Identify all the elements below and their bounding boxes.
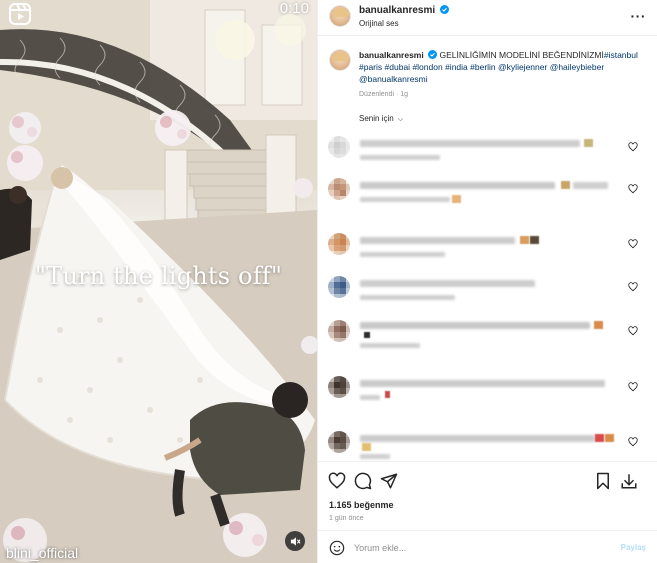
download-icon[interactable] <box>620 472 638 490</box>
commenter-avatar[interactable] <box>328 136 350 158</box>
hashtag-link[interactable]: #paris <box>359 62 382 72</box>
redacted-comment-meta <box>360 454 390 459</box>
redacted-comment-text <box>360 435 595 442</box>
hashtag-link[interactable]: #berlin <box>470 62 496 72</box>
commenter-avatar[interactable] <box>328 276 350 298</box>
mention-link[interactable]: @banualkanresmi <box>359 74 428 84</box>
commenter-avatar[interactable] <box>328 431 350 453</box>
like-count[interactable]: 1.165 beğenme <box>329 500 394 510</box>
heart-icon[interactable] <box>328 472 346 490</box>
caption-body: GELİNLİĞİMİN MODELİNİ BEĞENDİNİZMİ <box>439 50 604 60</box>
heart-icon[interactable] <box>628 142 638 152</box>
redacted-comment-text <box>360 237 515 244</box>
redacted-emoji <box>364 332 370 338</box>
redacted-comment-meta <box>360 155 440 160</box>
post-actions: 1.165 beğenme 1 gün önce Paylaş <box>318 461 657 563</box>
redacted-emoji <box>584 139 593 147</box>
send-icon[interactable] <box>380 472 398 490</box>
chevron-down-icon: ⌵ <box>397 116 404 123</box>
redacted-emoji <box>362 443 371 451</box>
comment-item <box>318 426 657 462</box>
redacted-comment-text <box>573 182 608 189</box>
redacted-comment-meta <box>360 395 380 400</box>
add-comment-bar: Paylaş <box>318 530 657 563</box>
redacted-emoji <box>452 195 461 203</box>
redacted-comment-meta <box>360 295 455 300</box>
redacted-comment-meta <box>360 197 450 202</box>
commenter-avatar[interactable] <box>328 178 350 200</box>
video-watermark: blini_official <box>6 545 79 561</box>
mute-button[interactable] <box>285 531 305 551</box>
speaker-muted-icon <box>290 536 301 546</box>
post-panel: banualkanresmi Orijinal ses ··· banualka… <box>317 0 657 563</box>
reels-icon <box>8 2 32 26</box>
commenter-avatar[interactable] <box>328 376 350 398</box>
redacted-comment-meta <box>360 252 445 257</box>
redacted-emoji <box>530 236 539 244</box>
comment-item <box>318 131 657 167</box>
smiley-icon[interactable] <box>329 540 345 556</box>
verified-badge-icon <box>439 5 449 14</box>
redacted-emoji <box>595 434 604 442</box>
hashtag-link[interactable]: #india <box>445 62 468 72</box>
video-timer: 0:10 <box>279 0 309 17</box>
commenter-avatar[interactable] <box>328 233 350 255</box>
comment-item <box>318 271 657 307</box>
bookmark-icon[interactable] <box>594 472 612 490</box>
comment-input[interactable] <box>354 539 594 557</box>
heart-icon[interactable] <box>628 282 638 292</box>
redacted-comment-text <box>360 380 605 387</box>
redacted-comment-text <box>360 322 590 329</box>
post-date: 1 gün önce <box>329 515 364 522</box>
video-overlay-caption: "Turn the lights off" <box>34 262 283 290</box>
caption-username[interactable]: banualkanresmi <box>359 50 424 60</box>
more-horizontal-icon: ··· <box>630 8 646 24</box>
audio-label[interactable]: Orijinal ses <box>359 19 399 28</box>
hashtag-link[interactable]: #istanbul <box>604 50 638 60</box>
avatar[interactable] <box>329 49 351 71</box>
hashtag-link[interactable]: #dubai <box>385 62 411 72</box>
comment-item <box>318 315 657 351</box>
redacted-comment-meta <box>360 343 420 348</box>
comment-item <box>318 228 657 264</box>
reel-video[interactable]: 0:10 "Turn the lights off" blini_officia… <box>0 0 317 563</box>
redacted-comment-text <box>360 280 535 287</box>
comment-item <box>318 371 657 407</box>
comment-item <box>318 173 657 209</box>
redacted-emoji <box>605 434 614 442</box>
avatar[interactable] <box>329 5 351 27</box>
redacted-emoji <box>594 321 603 329</box>
mention-link[interactable]: @haileybieber <box>550 62 604 72</box>
comment-sort-dropdown[interactable]: Senin için ⌵ <box>359 114 403 124</box>
hashtag-link[interactable]: #london <box>412 62 442 72</box>
username[interactable]: banualkanresmi <box>359 5 435 16</box>
comment-sort-label: Senin için <box>359 114 394 123</box>
caption-text: banualkanresmi GELİNLİĞİMİN MODELİNİ BEĞ… <box>359 49 649 85</box>
heart-icon[interactable] <box>628 437 638 447</box>
verified-badge-icon <box>428 50 438 59</box>
mention-link[interactable]: @kyliejenner <box>498 62 547 72</box>
more-options-button[interactable]: ··· <box>631 8 647 24</box>
redacted-comment-text <box>360 140 580 147</box>
redacted-emoji <box>561 181 570 189</box>
heart-icon[interactable] <box>628 184 638 194</box>
heart-icon[interactable] <box>628 382 638 392</box>
commenter-avatar[interactable] <box>328 320 350 342</box>
comment-icon[interactable] <box>354 472 372 490</box>
redacted-comment-text <box>360 182 555 189</box>
redacted-emoji <box>385 391 390 398</box>
heart-icon[interactable] <box>628 239 638 249</box>
caption-timestamp: Düzenlendi · 1g <box>359 91 409 98</box>
heart-icon[interactable] <box>628 326 638 336</box>
post-author[interactable]: banualkanresmi <box>359 5 449 16</box>
redacted-emoji <box>520 236 529 244</box>
post-header: banualkanresmi Orijinal ses ··· <box>318 0 657 36</box>
post-comment-button[interactable]: Paylaş <box>621 543 646 552</box>
